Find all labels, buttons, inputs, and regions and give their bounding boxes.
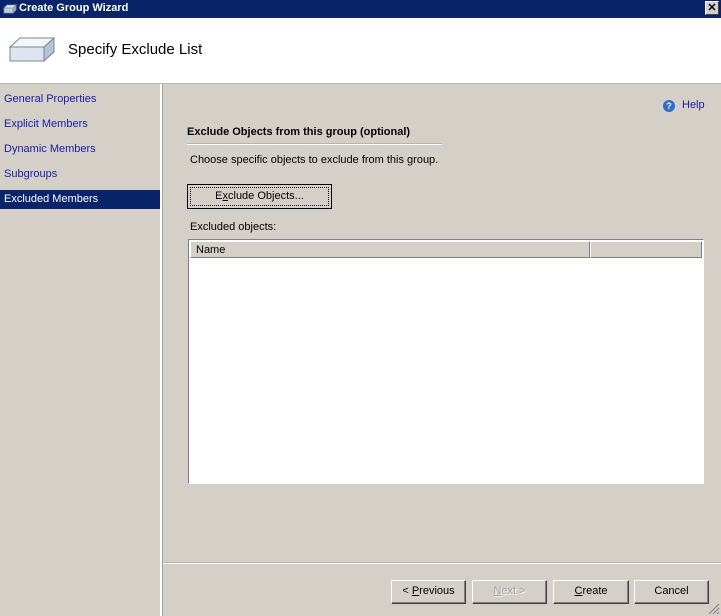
wizard-box-icon	[8, 36, 56, 63]
next-button[interactable]: Next >	[472, 580, 547, 604]
help-link[interactable]: ? Help	[663, 99, 705, 112]
resize-grip-icon[interactable]	[708, 603, 720, 615]
close-button[interactable]: ✕	[705, 1, 719, 15]
column-header-label: Name	[196, 244, 226, 256]
label-part: revious	[419, 585, 455, 597]
sidebar-divider-shadow	[162, 84, 163, 616]
column-header-extra[interactable]	[590, 241, 702, 258]
window-title: Create Group Wizard	[19, 2, 129, 14]
label-part: <	[402, 585, 412, 597]
sidebar-item-subgroups[interactable]: Subgroups	[0, 165, 160, 184]
previous-button[interactable]: < Previous	[391, 580, 466, 604]
create-button[interactable]: Create	[553, 580, 629, 604]
column-header-name[interactable]: Name	[190, 241, 590, 258]
section-title: Exclude Objects from this group (optiona…	[187, 126, 411, 138]
sidebar-item-explicit-members[interactable]: Explicit Members	[0, 115, 160, 134]
label-part: ext >	[501, 585, 526, 597]
title-bar: Create Group Wizard ✕	[0, 0, 721, 18]
footer-divider	[163, 562, 721, 564]
exclude-objects-button[interactable]: Exclude Objects...	[187, 184, 332, 209]
section-description: Choose specific objects to exclude from …	[190, 154, 439, 166]
help-label: Help	[682, 99, 705, 111]
label-part: reate	[582, 585, 608, 597]
close-icon: ✕	[707, 2, 717, 14]
sidebar-item-excluded-members[interactable]: Excluded Members	[0, 190, 160, 209]
sidebar-item-general-properties[interactable]: General Properties	[0, 90, 160, 109]
wizard-sidebar: General Properties Explicit Members Dyna…	[0, 84, 160, 616]
excluded-objects-list[interactable]: Name	[188, 239, 704, 484]
section-divider	[187, 143, 442, 145]
page-title: Specify Exclude List	[68, 41, 203, 58]
wizard-icon	[3, 4, 17, 14]
excluded-objects-label: Excluded objects:	[190, 221, 277, 233]
exclude-objects-button-label: Exclude Objects...	[190, 187, 329, 206]
label-part: clude Objects...	[228, 190, 304, 202]
help-icon: ?	[663, 100, 675, 112]
sidebar-item-dynamic-members[interactable]: Dynamic Members	[0, 140, 160, 159]
cancel-button[interactable]: Cancel	[634, 580, 709, 604]
wizard-header: Specify Exclude List	[0, 18, 721, 83]
label-part: E	[215, 190, 223, 202]
